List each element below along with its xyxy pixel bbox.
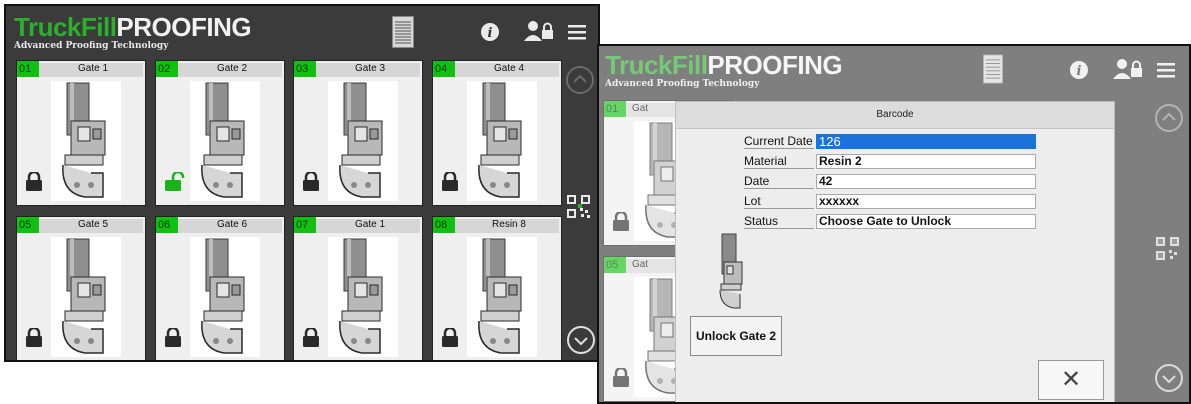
field-label: Status <box>744 214 814 229</box>
gate-name: Gate 4 <box>493 63 525 74</box>
gate-tile[interactable]: 03 Gate 3 <box>293 60 423 206</box>
lock-icon <box>25 170 47 197</box>
scroll-up-button[interactable] <box>566 66 594 94</box>
close-icon: ✕ <box>1060 366 1082 393</box>
lock-icon <box>164 326 186 353</box>
gate-tile[interactable]: 01 Gate 1 <box>16 60 146 206</box>
gate-valve-icon <box>339 82 383 198</box>
gate-name: Gate 1 <box>354 219 386 230</box>
chevron-up-icon <box>573 74 587 83</box>
gate-valve-icon <box>478 82 522 198</box>
brand-logo: TruckFillPROOFING Advanced Proofing Tech… <box>14 12 252 51</box>
gate-tile[interactable]: 06 Gate 6 <box>155 216 285 360</box>
gate-tile[interactable]: 07 Gate 1 <box>293 216 423 360</box>
field-label: Date <box>744 174 814 189</box>
gate-image <box>51 237 121 357</box>
user-lock-icon[interactable] <box>524 20 554 47</box>
unlock-icon <box>164 170 186 197</box>
chevron-down-icon <box>574 337 588 346</box>
gate-valve-icon <box>201 238 245 354</box>
gate-image <box>51 81 121 201</box>
gate-valve-icon <box>201 82 245 198</box>
lock-icon <box>302 170 324 197</box>
gate-image <box>190 237 260 357</box>
gate-number: 02 <box>156 61 178 77</box>
gate-number: 07 <box>294 217 316 233</box>
gate-name: Gate 2 <box>216 63 248 74</box>
gate-valve-icon <box>62 238 106 354</box>
gate-tile[interactable]: 05 Gate 5 <box>16 216 146 360</box>
field-value[interactable]: 42 <box>816 174 1036 189</box>
lock-icon <box>441 326 463 353</box>
gate-name: Gate 1 <box>77 63 109 74</box>
gate-number: 04 <box>433 61 455 77</box>
gate-tile[interactable]: 02 Gate 2 <box>155 60 285 206</box>
info-icon[interactable]: i <box>480 22 500 47</box>
field-value[interactable]: xxxxxx <box>816 194 1036 209</box>
gate-valve-icon <box>339 238 383 354</box>
brand-white: PROOFING <box>116 12 252 42</box>
brand-tagline: Advanced Proofing Technology <box>14 41 169 51</box>
gate-number: 08 <box>433 217 455 233</box>
gate-tile[interactable]: 04 Gate 4 <box>432 60 562 206</box>
gate-number: 03 <box>294 61 316 77</box>
gate-name: Resin 8 <box>492 219 526 230</box>
gate-valve-icon <box>719 233 743 309</box>
dialog-title: Barcode <box>676 102 1114 129</box>
qr-code-icon[interactable] <box>566 194 592 233</box>
gate-valve-icon <box>478 238 522 354</box>
gate-name: Gate 6 <box>216 219 248 230</box>
close-dialog-button[interactable]: ✕ <box>1038 360 1104 400</box>
field-label: Lot <box>744 194 814 209</box>
brand-green: TruckFill <box>14 12 117 42</box>
gate-overview-screen: TruckFillPROOFING Advanced Proofing Tech… <box>4 4 600 362</box>
barcode-dialog-screen: TruckFillPROOFING Advanced Proofing Tech… <box>597 44 1191 404</box>
field-label: Current Date <box>744 134 814 149</box>
gate-tile[interactable]: 08 Resin 8 <box>432 216 562 360</box>
gate-valve-icon <box>62 82 106 198</box>
gate-number: 05 <box>17 217 39 233</box>
barcode-dialog: Barcode Current Date 126 Material Resin 2 Da… <box>675 101 1115 402</box>
field-value[interactable]: Choose Gate to Unlock <box>816 214 1036 229</box>
field-label: Material <box>744 154 814 169</box>
gate-image <box>467 81 537 201</box>
menu-icon[interactable] <box>568 24 586 45</box>
svg-text:i: i <box>488 26 493 41</box>
gate-name: Gate 3 <box>354 63 386 74</box>
lock-icon <box>302 326 324 353</box>
gate-thumbnail <box>712 232 752 317</box>
unlock-gate-button[interactable]: Unlock Gate 2 <box>690 316 782 356</box>
scroll-down-button[interactable] <box>567 326 595 354</box>
gate-number: 06 <box>156 217 178 233</box>
lock-icon <box>25 326 47 353</box>
document-icon[interactable] <box>392 16 414 53</box>
gate-image <box>328 81 398 201</box>
gate-image <box>328 237 398 357</box>
field-value[interactable]: Resin 2 <box>816 154 1036 169</box>
gate-name: Gate 5 <box>77 219 109 230</box>
gate-image <box>467 237 537 357</box>
gate-image <box>190 81 260 201</box>
lock-icon <box>441 170 463 197</box>
gate-number: 01 <box>17 61 39 77</box>
field-value[interactable]: 126 <box>816 134 1036 149</box>
